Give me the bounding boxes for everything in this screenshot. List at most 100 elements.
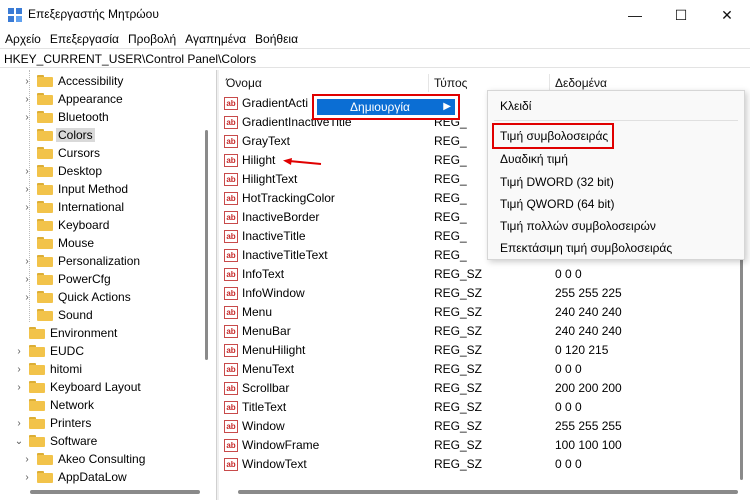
minimize-button[interactable]: — [612, 0, 658, 30]
menu-help[interactable]: Βοήθεια [251, 30, 302, 48]
tree-item[interactable]: › Quick Actions [22, 288, 130, 306]
list-row[interactable]: ab InfoText REG_SZ 0 0 0 [220, 265, 740, 284]
tree-item[interactable]: › Bluetooth [22, 108, 108, 126]
submenu-item-key[interactable]: Κλειδί [500, 99, 531, 113]
list-row[interactable]: ab TitleText REG_SZ 0 0 0 [220, 398, 740, 417]
list-row[interactable]: ab InfoWindow REG_SZ 255 255 225 [220, 284, 740, 303]
tree-item[interactable]: Colors [22, 126, 95, 144]
submenu-item-binary-value[interactable]: Δυαδική τιμή [500, 152, 568, 166]
string-value-icon: ab [224, 306, 238, 319]
tree-item[interactable]: › Desktop [22, 162, 102, 180]
tree-item[interactable]: › Akeo Consulting [22, 450, 145, 468]
submenu-item-dword-value[interactable]: Τιμή DWORD (32 bit) [500, 175, 614, 189]
submenu-arrow-icon: ▶ [443, 101, 451, 112]
address-path[interactable]: HKEY_CURRENT_USER\Control Panel\Colors [4, 52, 256, 66]
list-row[interactable]: ab Scrollbar REG_SZ 200 200 200 [220, 379, 740, 398]
chevron-right-icon[interactable]: › [22, 76, 32, 87]
tree-scroll-thumb[interactable] [205, 130, 208, 360]
value-data: 0 0 0 [555, 400, 582, 414]
tree-item[interactable]: › Appearance [22, 90, 122, 108]
value-type: REG_SZ [434, 438, 483, 452]
tree-item[interactable]: › Printers [14, 414, 91, 432]
tree-horizontal-scrollbar[interactable] [30, 490, 200, 494]
chevron-right-icon[interactable]: › [22, 94, 32, 105]
tree-item[interactable]: › Input Method [22, 180, 128, 198]
pane-splitter[interactable] [216, 70, 219, 500]
tree-item[interactable]: › Accessibility [22, 72, 123, 90]
list-row[interactable]: ab WindowText REG_SZ 0 0 0 [220, 455, 740, 474]
list-row[interactable]: ab MenuText REG_SZ 0 0 0 [220, 360, 740, 379]
tree-item[interactable]: › hitomi [14, 360, 82, 378]
list-row[interactable]: ab Window REG_SZ 255 255 255 [220, 417, 740, 436]
chevron-right-icon[interactable]: › [22, 202, 32, 213]
tree-scrollbar[interactable] [202, 70, 212, 490]
chevron-right-icon[interactable]: › [22, 292, 32, 303]
close-button[interactable]: ✕ [704, 0, 750, 30]
tree-item-label: Desktop [58, 164, 103, 178]
tree-item[interactable]: Network [14, 396, 94, 414]
chevron-right-icon[interactable]: › [14, 346, 24, 357]
tree-item[interactable]: Environment [14, 324, 117, 342]
value-name: WindowText [242, 457, 307, 471]
submenu-item-multi-string-value[interactable]: Τιμή πολλών συμβολοσειρών [500, 219, 656, 233]
chevron-right-icon[interactable]: › [22, 256, 32, 267]
column-header-type[interactable]: Τύπος [434, 74, 467, 92]
list-horizontal-scrollbar[interactable] [238, 490, 738, 494]
chevron-right-icon[interactable]: › [22, 184, 32, 195]
list-row[interactable]: ab MenuHilight REG_SZ 0 120 215 [220, 341, 740, 360]
chevron-right-icon[interactable]: › [22, 166, 32, 177]
string-value-highlight [492, 123, 614, 149]
list-row[interactable]: ab Menu REG_SZ 240 240 240 [220, 303, 740, 322]
value-type: REG_SZ [434, 305, 483, 319]
chevron-right-icon[interactable]: › [22, 112, 32, 123]
chevron-right-icon[interactable]: › [22, 472, 32, 483]
context-menu-new[interactable]: Δημιουργία ▶ [317, 99, 455, 115]
chevron-right-icon[interactable]: › [22, 274, 32, 285]
tree-item[interactable]: › Personalization [22, 252, 140, 270]
chevron-right-icon[interactable]: › [14, 382, 24, 393]
tree-item[interactable]: › PowerCfg [22, 270, 110, 288]
tree-item-label: Keyboard [58, 218, 110, 232]
menu-view[interactable]: Προβολή [124, 30, 180, 48]
chevron-right-icon[interactable]: › [14, 364, 24, 375]
column-divider[interactable] [428, 74, 429, 92]
tree-item[interactable]: Cursors [22, 144, 100, 162]
address-bar[interactable]: HKEY_CURRENT_USER\Control Panel\Colors [0, 48, 750, 68]
menu-edit[interactable]: Επεξεργασία [46, 30, 123, 48]
list-row[interactable]: ab WindowFrame REG_SZ 100 100 100 [220, 436, 740, 455]
column-header-name[interactable]: Όνομα [226, 74, 262, 92]
tree-item[interactable]: › AppDataLow [22, 468, 126, 486]
menu-file[interactable]: Αρχείο [1, 30, 45, 48]
menu-favorites[interactable]: Αγαπημένα [181, 30, 250, 48]
tree-item[interactable]: ⌄ Software [14, 432, 98, 450]
submenu-separator [494, 120, 738, 121]
tree-item[interactable]: › EUDC [14, 342, 84, 360]
string-value-icon: ab [224, 382, 238, 395]
value-type: REG_ [434, 134, 467, 148]
folder-icon [37, 75, 53, 87]
folder-icon [37, 273, 53, 285]
chevron-down-icon[interactable]: ⌄ [14, 436, 24, 447]
tree-item-label: Mouse [58, 236, 95, 250]
list-scrollbar[interactable] [740, 230, 743, 480]
chevron-right-icon[interactable]: › [22, 454, 32, 465]
context-menu-new-highlight: Δημιουργία ▶ [312, 94, 460, 120]
tree-item[interactable]: Keyboard [22, 216, 109, 234]
value-type: REG_ [434, 229, 467, 243]
maximize-button[interactable]: ☐ [658, 0, 704, 30]
tree-item[interactable]: › International [22, 198, 124, 216]
tree-item[interactable]: Mouse [22, 234, 94, 252]
tree-item[interactable]: Sound [22, 306, 93, 324]
submenu-item-expandable-string-value[interactable]: Επεκτάσιμη τιμή συμβολοσειράς [500, 241, 672, 255]
value-name: InactiveTitleText [242, 248, 328, 262]
string-value-icon: ab [224, 287, 238, 300]
list-row[interactable]: ab MenuBar REG_SZ 240 240 240 [220, 322, 740, 341]
tree-item-label: Accessibility [58, 74, 124, 88]
folder-icon [37, 255, 53, 267]
tree-item[interactable]: › Keyboard Layout [14, 378, 140, 396]
folder-icon [37, 165, 53, 177]
folder-icon [37, 219, 53, 231]
tree-item-label: Personalization [58, 254, 141, 268]
submenu-item-qword-value[interactable]: Τιμή QWORD (64 bit) [500, 197, 614, 211]
chevron-right-icon[interactable]: › [14, 418, 24, 429]
